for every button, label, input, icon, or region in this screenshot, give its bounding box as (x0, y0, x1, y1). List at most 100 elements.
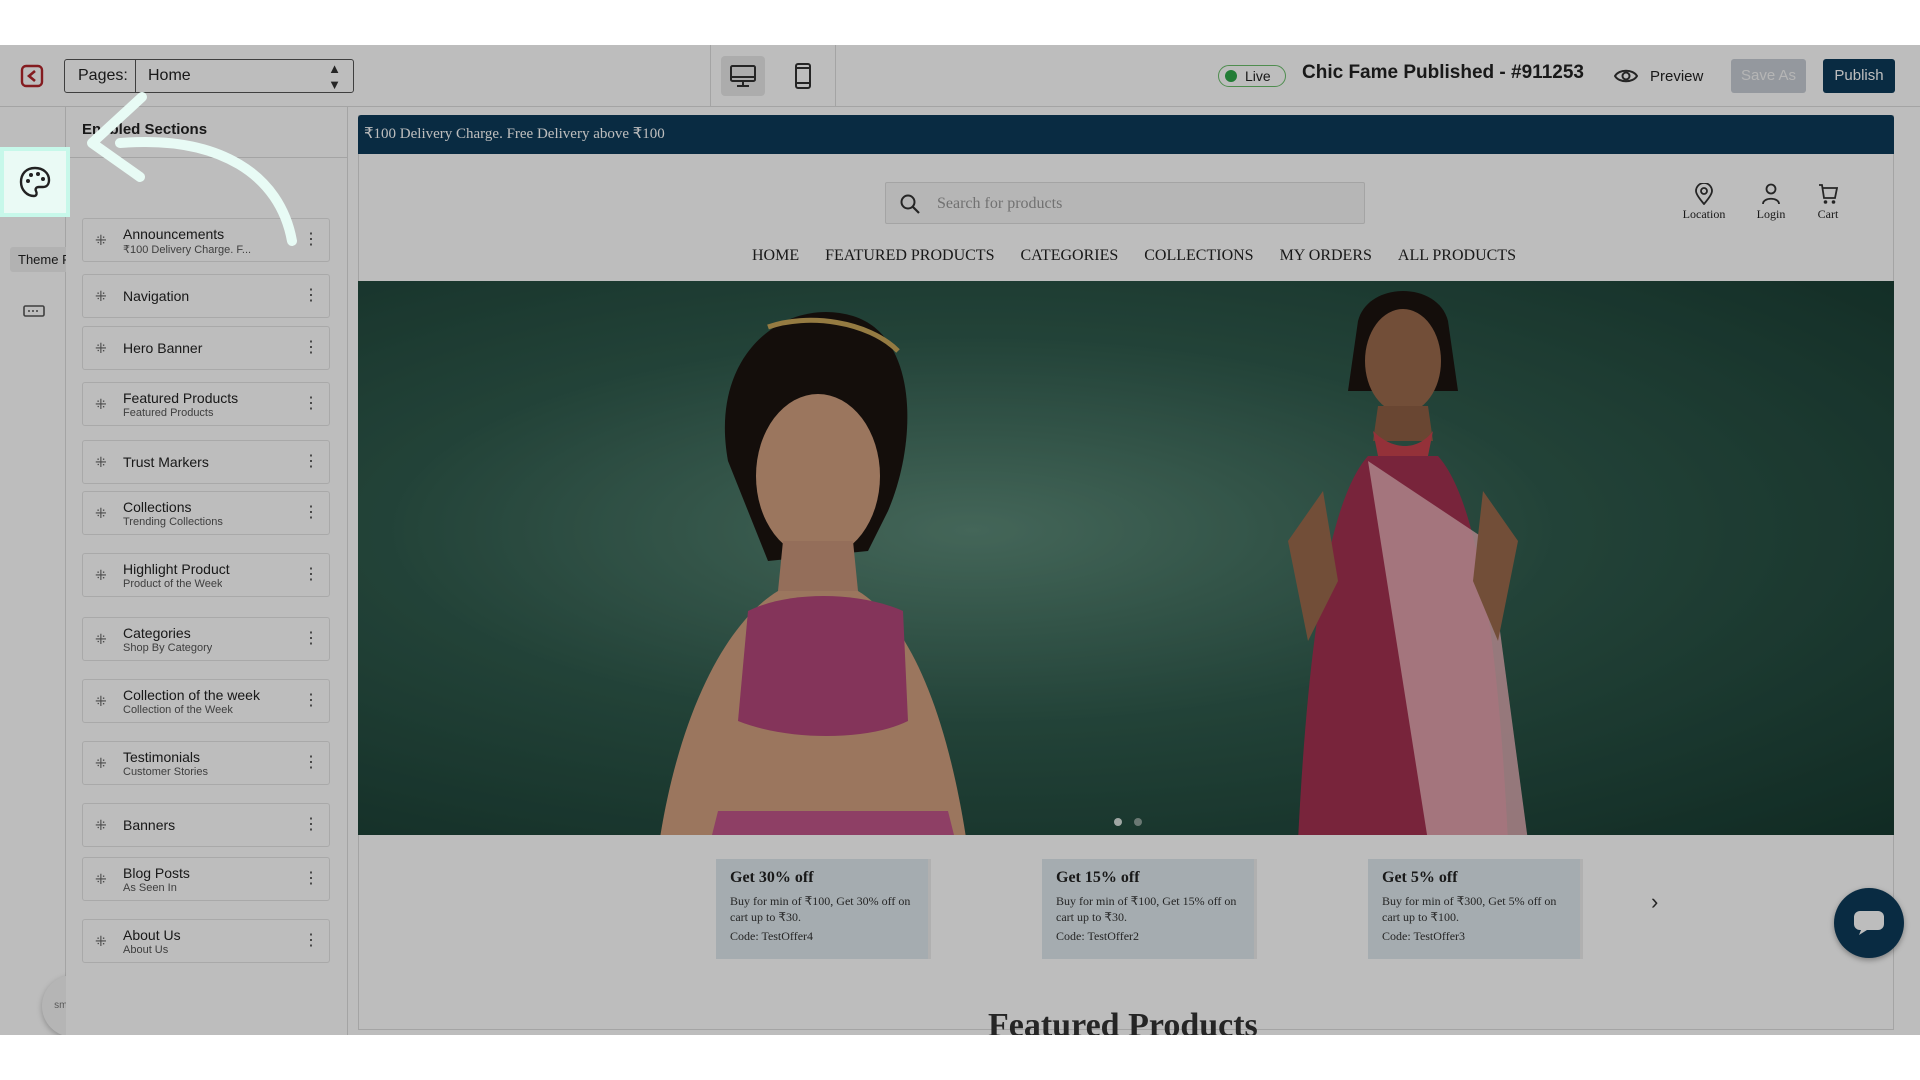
section-label: Trust Markers (123, 454, 209, 470)
announcement-bar[interactable]: ₹100 Delivery Charge. Free Delivery abov… (358, 115, 1894, 154)
drag-handle-icon[interactable]: ⁜ (95, 756, 113, 770)
more-vertical-icon[interactable]: ⋮ (303, 395, 319, 413)
save-as-button[interactable]: Save As (1731, 59, 1806, 93)
drag-handle-icon[interactable]: ⁜ (95, 818, 113, 832)
panel-title: Enabled Sections (82, 121, 208, 138)
more-vertical-icon[interactable]: ⋮ (303, 231, 319, 249)
publish-button[interactable]: Publish (1823, 59, 1895, 93)
more-vertical-icon[interactable]: ⋮ (303, 339, 319, 357)
mobile-view-button[interactable] (781, 56, 825, 96)
drag-handle-icon[interactable]: ⁜ (95, 872, 113, 886)
store-title: Chic Fame Published - #911253 (1302, 62, 1584, 83)
mobile-icon (795, 63, 811, 89)
section-sublabel: Shop By Category (123, 642, 213, 654)
hero-slide-dots (1114, 813, 1154, 831)
section-item[interactable]: ⁜ Blog Posts As Seen In ⋮ (82, 857, 330, 901)
drag-handle-icon[interactable]: ⁜ (95, 632, 113, 646)
more-vertical-icon[interactable]: ⋮ (303, 504, 319, 522)
more-vertical-icon[interactable]: ⋮ (303, 870, 319, 888)
more-vertical-icon[interactable]: ⋮ (303, 630, 319, 648)
cart-label: Cart (1817, 207, 1839, 221)
section-item[interactable]: ⁜ Testimonials Customer Stories ⋮ (82, 741, 330, 785)
section-item[interactable]: ⁜ Featured Products Featured Products ⋮ (82, 382, 330, 426)
section-label: Banners (123, 817, 176, 833)
slide-dot[interactable] (1114, 818, 1122, 826)
section-item[interactable]: ⁜ Navigation ⋮ (82, 274, 330, 318)
section-sublabel: ₹100 Delivery Charge. F... (123, 244, 252, 256)
chevron-right-icon[interactable]: › (1651, 889, 1658, 915)
page-select-value[interactable]: Home ▲ ▼ (136, 60, 353, 92)
offer-title: Get 15% off (1056, 869, 1140, 886)
section-item[interactable]: ⁜ Highlight Product Product of the Week ⋮ (82, 553, 330, 597)
live-label: Live (1245, 68, 1271, 84)
more-vertical-icon[interactable]: ⋮ (303, 566, 319, 584)
section-sublabel: Collection of the Week (123, 704, 233, 716)
device-toggle-group (710, 45, 836, 107)
section-label: Blog Posts (123, 865, 190, 881)
section-item[interactable]: ⁜ Banners ⋮ (82, 803, 330, 847)
section-item[interactable]: ⁜ Collections Trending Collections ⋮ (82, 491, 330, 535)
drag-handle-icon[interactable]: ⁜ (95, 233, 113, 247)
slide-dot[interactable] (1134, 818, 1142, 826)
offer-desc: Buy for min of ₹100, Get 30% off on cart… (730, 894, 911, 924)
app-logo-icon[interactable] (18, 63, 46, 91)
section-sublabel: As Seen In (123, 882, 177, 894)
location-link[interactable]: Location (1674, 183, 1734, 222)
more-vertical-icon[interactable]: ⋮ (303, 816, 319, 834)
nav-home[interactable]: HOME (752, 247, 799, 264)
preview-label: Preview (1650, 67, 1704, 85)
theme-properties-button[interactable] (0, 147, 70, 217)
nav-featured-products[interactable]: FEATURED PRODUCTS (825, 247, 994, 264)
desktop-view-button[interactable] (721, 56, 765, 96)
section-item[interactable]: ⁜ Trust Markers ⋮ (82, 440, 330, 484)
offer-card[interactable]: Get 15% off Buy for min of ₹100, Get 15%… (1042, 859, 1257, 959)
offer-title: Get 5% off (1382, 869, 1458, 886)
nav-collections[interactable]: COLLECTIONS (1144, 247, 1253, 264)
section-label: Testimonials (123, 749, 201, 765)
hero-banner[interactable] (358, 281, 1894, 835)
eye-icon (1614, 69, 1638, 83)
section-item[interactable]: ⁜ About Us About Us ⋮ (82, 919, 330, 963)
more-vertical-icon[interactable]: ⋮ (303, 754, 319, 772)
sections-panel: Enabled Sections ⁜ Announcements ₹100 Deli… (66, 107, 348, 1035)
drag-handle-icon[interactable]: ⁜ (95, 694, 113, 708)
sections-icon[interactable] (18, 295, 50, 327)
nav-categories[interactable]: CATEGORIES (1020, 247, 1118, 264)
more-vertical-icon[interactable]: ⋮ (303, 692, 319, 710)
more-vertical-icon[interactable]: ⋮ (303, 453, 319, 471)
drag-handle-icon[interactable]: ⁜ (95, 341, 113, 355)
page-selector[interactable]: Pages: Home ▲ ▼ (64, 59, 354, 93)
login-link[interactable]: Login (1741, 183, 1801, 222)
drag-handle-icon[interactable]: ⁜ (95, 397, 113, 411)
chat-button[interactable] (1834, 888, 1904, 958)
offer-card[interactable]: Get 5% off Buy for min of ₹300, Get 5% o… (1368, 859, 1583, 959)
nav-my-orders[interactable]: MY ORDERS (1280, 247, 1372, 264)
search-placeholder: Search for products (937, 195, 1063, 212)
location-label: Location (1682, 207, 1726, 221)
more-vertical-icon[interactable]: ⋮ (303, 932, 319, 950)
drag-handle-icon[interactable]: ⁜ (95, 568, 113, 582)
featured-products-heading: Featured Products (988, 1007, 1258, 1035)
offer-card[interactable]: Get 30% off Buy for min of ₹100, Get 30%… (716, 859, 931, 959)
preview-button[interactable]: Preview (1614, 63, 1703, 89)
drag-handle-icon[interactable]: ⁜ (95, 506, 113, 520)
drag-handle-icon[interactable]: ⁜ (95, 455, 113, 469)
drag-handle-icon[interactable]: ⁜ (95, 934, 113, 948)
nav-all-products[interactable]: ALL PRODUCTS (1398, 247, 1516, 264)
top-toolbar: Pages: Home ▲ ▼ Live Chic Fame Published … (0, 45, 1920, 107)
search-icon (900, 194, 920, 214)
section-label: About Us (123, 927, 181, 943)
section-label: Collections (123, 499, 192, 515)
more-vertical-icon[interactable]: ⋮ (303, 287, 319, 305)
drag-handle-icon[interactable]: ⁜ (95, 289, 113, 303)
section-sublabel: Product of the Week (123, 578, 223, 590)
cart-link[interactable]: Cart (1798, 183, 1858, 222)
store-search-input[interactable]: Search for products (885, 182, 1365, 224)
section-item[interactable]: ⁜ Announcements ₹100 Delivery Charge. F...… (82, 218, 330, 262)
offer-code: Code: TestOffer4 (730, 929, 814, 943)
page-selected-text: Home (148, 67, 191, 84)
section-item[interactable]: ⁜ Categories Shop By Category ⋮ (82, 617, 330, 661)
offer-title: Get 30% off (730, 869, 814, 886)
section-item[interactable]: ⁜ Collection of the week Collection of the… (82, 679, 330, 723)
section-item[interactable]: ⁜ Hero Banner ⋮ (82, 326, 330, 370)
